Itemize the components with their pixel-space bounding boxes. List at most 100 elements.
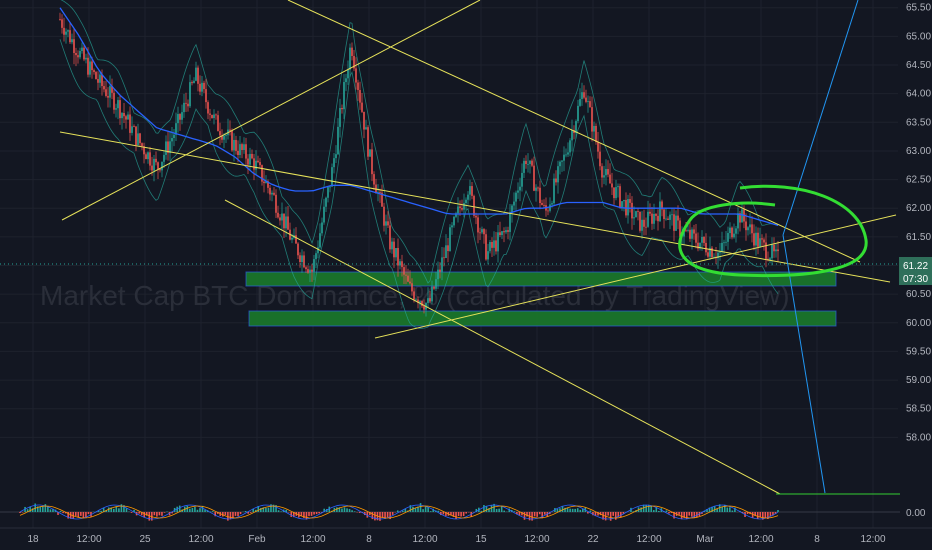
oscillator-bar [239, 512, 242, 515]
candle-body [765, 242, 767, 259]
candle-body [239, 144, 241, 156]
candle-body [675, 215, 677, 231]
candle-body [579, 99, 581, 106]
candle-body [181, 112, 183, 120]
candle-body [133, 126, 135, 128]
candle-body [171, 138, 173, 142]
candle-body [189, 82, 191, 107]
oscillator-bar [645, 504, 647, 512]
oscillator-bar [199, 508, 201, 512]
candle-body [467, 194, 469, 200]
trendline-desc-upper [59, 131, 891, 283]
candle-body [595, 125, 597, 143]
candle-body [437, 269, 439, 280]
time-axis[interactable]: 18 12:00 25 12:00 Feb 12:00 8 12:00 15 12:00 22 12:… [27, 534, 886, 545]
candle-body [209, 113, 211, 115]
candle-body [153, 158, 155, 171]
oscillator-bar [587, 512, 589, 514]
candle-body [723, 242, 725, 244]
candle-body [677, 215, 679, 221]
candle-body [127, 114, 129, 120]
price-axis[interactable]: 65.50 65.00 64.50 64.00 63.50 63.00 62.50 62.00… [906, 3, 931, 444]
candle-body [429, 298, 431, 302]
candle-body [407, 275, 409, 282]
candle-body [395, 247, 397, 258]
btc-dominance-chart[interactable]: Market Cap BTC Dominance, % (calculated … [0, 0, 932, 550]
candle-body [473, 195, 475, 216]
candle-body [667, 218, 669, 220]
projection-lines[interactable] [776, 0, 900, 495]
oscillator-bar [756, 512, 759, 519]
oscillator-bar [346, 508, 348, 512]
candle-body [141, 143, 143, 147]
x-tick-label: 8 [366, 534, 372, 545]
y-tick-label: 59.00 [906, 375, 931, 386]
candle-body [577, 105, 579, 122]
oscillator-bar [556, 509, 559, 512]
candle-body [509, 212, 511, 232]
candle-body [187, 103, 189, 107]
oscillator-bar [609, 512, 612, 521]
candle-body [67, 30, 69, 32]
oscillator-bar [716, 509, 718, 512]
candle-body [707, 252, 709, 257]
candle-body [85, 57, 87, 60]
candle-body [531, 160, 533, 166]
oscillator-bar [161, 512, 163, 516]
candle-body [701, 236, 703, 243]
candle-body [161, 161, 163, 171]
candle-body [383, 206, 385, 226]
candle-body [321, 222, 323, 234]
candle-body [207, 102, 209, 114]
trendline-asc-left [61, 0, 481, 221]
oscillator-bar [163, 512, 166, 513]
candle-body [359, 90, 361, 103]
highlight-ellipse[interactable] [678, 184, 868, 278]
candle-body [379, 192, 381, 193]
candle-body [471, 186, 473, 196]
candle-body [281, 213, 283, 221]
candle-body [185, 102, 187, 104]
oscillator-bar [437, 510, 440, 512]
candle-body [461, 208, 463, 210]
oscillator-bar [244, 510, 247, 512]
candle-body [403, 267, 405, 275]
candle-body [71, 39, 73, 43]
candle-body [485, 234, 487, 260]
candle-body [213, 114, 215, 119]
candle-body [301, 255, 303, 263]
candle-body [339, 107, 341, 127]
oscillator-bar [351, 510, 353, 512]
support-zone-lower[interactable] [248, 310, 837, 327]
candle-body [215, 114, 217, 116]
candle-body [617, 186, 619, 188]
candle-body [197, 67, 199, 84]
oscillator-bar [652, 510, 655, 512]
candle-body [641, 219, 643, 231]
candle-body [693, 229, 695, 234]
oscillator-bar [614, 512, 617, 520]
oscillator-bar [42, 506, 44, 512]
candle-body [315, 253, 317, 260]
oscillator-bar [358, 512, 361, 513]
candle-body [183, 102, 185, 113]
oscillator-bar [650, 505, 653, 512]
oscillator-bar [764, 512, 767, 519]
candle-body [557, 166, 559, 183]
candle-body [611, 183, 613, 188]
candle-body [433, 286, 435, 289]
candle-body [115, 108, 117, 110]
x-tick-label: 25 [139, 534, 151, 545]
oscillator-bar [315, 512, 318, 515]
oscillator-bar [82, 512, 85, 519]
candle-body [649, 211, 651, 214]
candle-body [547, 210, 549, 212]
candle-body [523, 160, 525, 173]
candle-body [517, 190, 519, 193]
trendlines[interactable] [59, 0, 897, 495]
oscillator-bar [731, 510, 734, 512]
y-tick-label: 58.50 [906, 404, 931, 415]
candle-body [205, 89, 207, 103]
candle-body [105, 89, 107, 96]
candle-body [665, 218, 667, 220]
